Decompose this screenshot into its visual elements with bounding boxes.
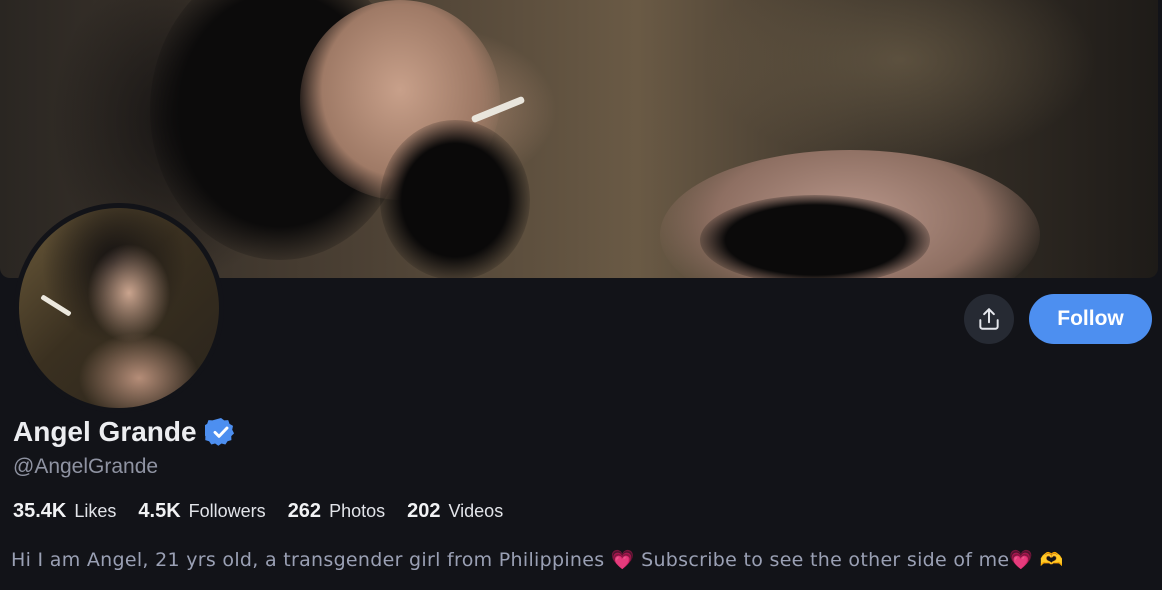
cover-garment	[700, 195, 930, 278]
stat-likes[interactable]: 35.4K Likes	[13, 500, 116, 523]
stat-videos[interactable]: 202 Videos	[407, 500, 503, 523]
profile-stats: 35.4K Likes 4.5K Followers 262 Photos 20…	[13, 500, 525, 523]
profile-page: Follow Angel Grande @AngelGrande 35.4K L…	[0, 0, 1162, 590]
stat-label: Photos	[329, 501, 386, 521]
stat-label: Videos	[448, 501, 504, 521]
avatar-image	[19, 208, 219, 408]
username-handle: @AngelGrande	[13, 455, 159, 478]
stat-value: 262	[287, 500, 322, 522]
stat-followers[interactable]: 4.5K Followers	[138, 500, 265, 523]
stat-label: Likes	[74, 501, 117, 521]
display-name: Angel Grande	[13, 416, 197, 447]
follow-button[interactable]: Follow	[1029, 294, 1152, 344]
stat-label: Followers	[188, 501, 266, 521]
stat-value: 35.4K	[13, 500, 67, 522]
stat-photos[interactable]: 262 Photos	[288, 500, 385, 523]
name-row: Angel Grande	[13, 416, 237, 448]
profile-bio: Hi I am Angel, 21 yrs old, a transgender…	[11, 549, 1064, 571]
stat-value: 202	[407, 500, 441, 522]
verified-badge-icon	[204, 418, 234, 446]
share-button[interactable]	[964, 294, 1014, 344]
avatar-cigarette	[40, 294, 72, 317]
stat-value: 4.5K	[138, 500, 181, 522]
share-upload-icon	[979, 308, 999, 330]
avatar[interactable]	[14, 203, 224, 413]
cover-glove	[380, 120, 530, 278]
